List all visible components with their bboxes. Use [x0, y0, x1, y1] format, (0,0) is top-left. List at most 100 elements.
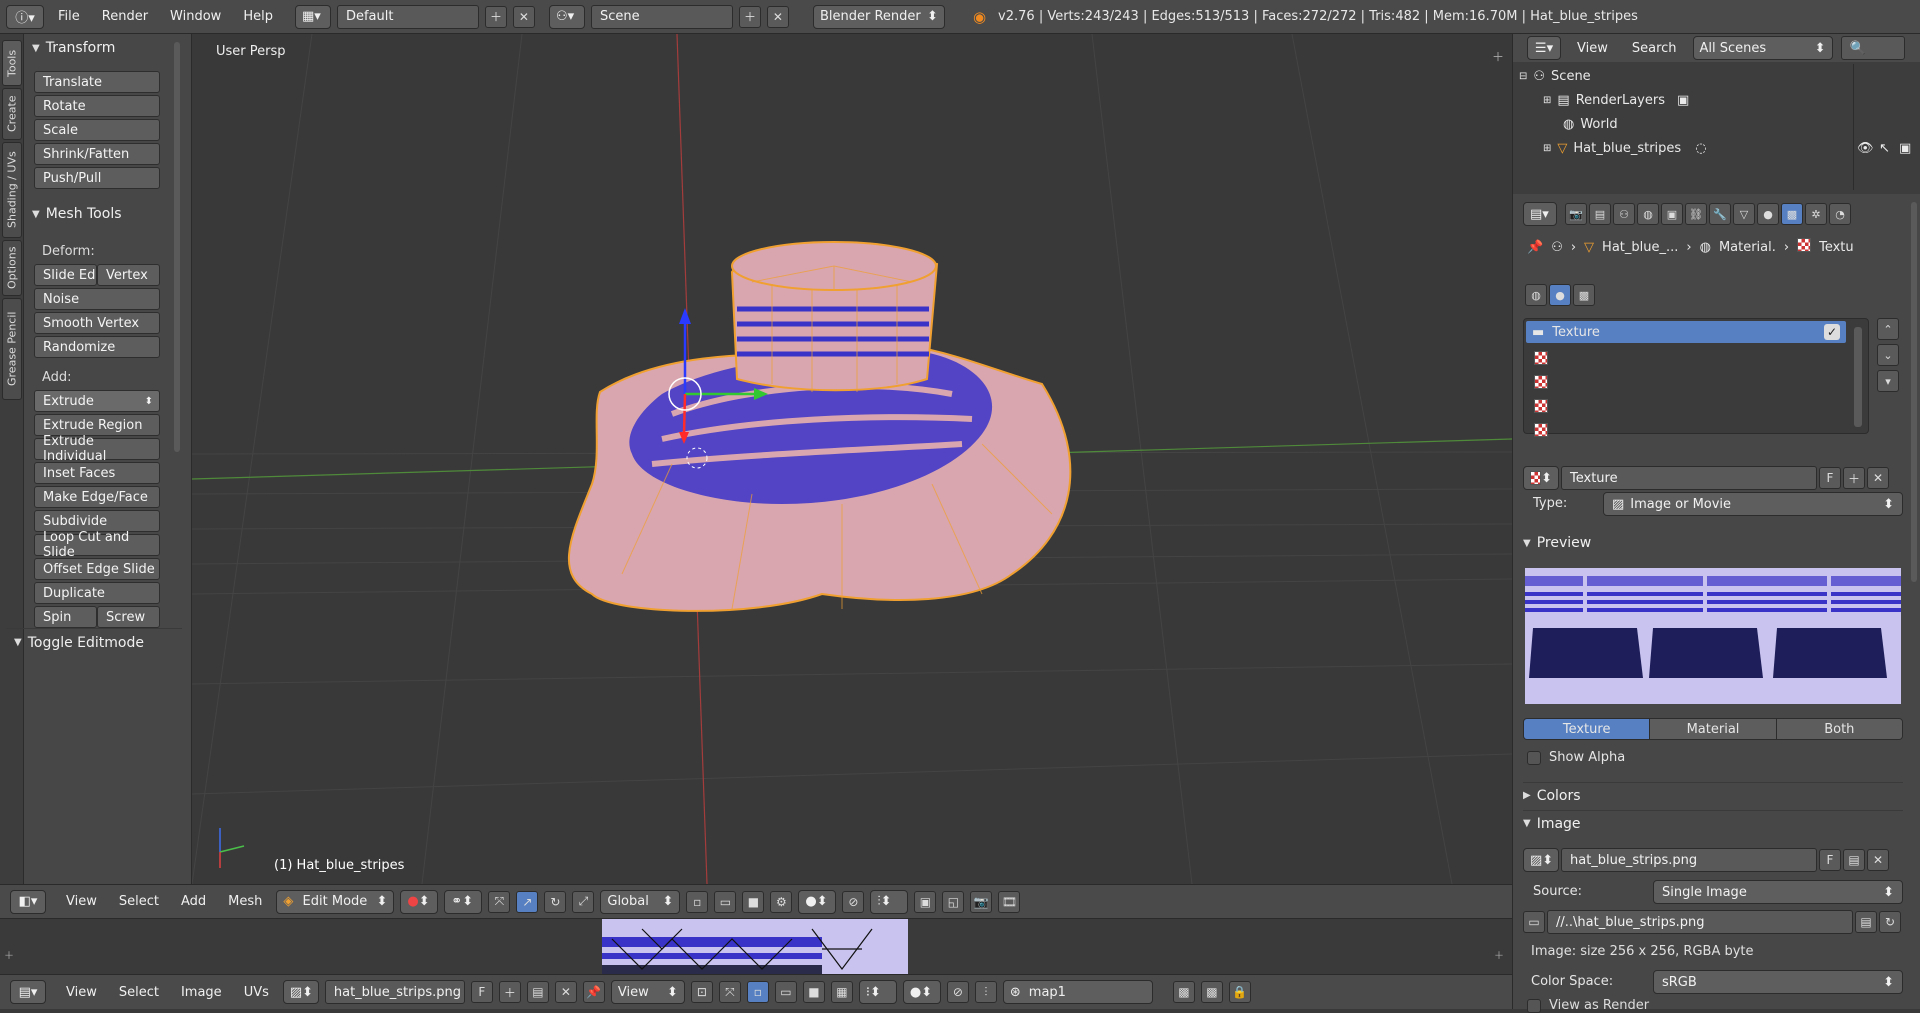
world-texture-icon[interactable]: ◍ [1525, 284, 1547, 306]
image-path-field[interactable]: //..\hat_blue_strips.png [1547, 910, 1853, 934]
limit-selection-icon[interactable]: ⚙ [770, 890, 793, 913]
rotate-button[interactable]: Rotate [34, 95, 160, 117]
properties-editor[interactable]: ▤ ▾ 📷 ▤ ⚇ ◍ ▣ ⛓ 🔧 ▽ ● ▩ ✲ ◔ 📌 ⚇ › ▽ Hat_bl… [1512, 194, 1920, 1013]
transform-panel-header[interactable]: ▼ Transform [24, 36, 184, 60]
extrude-select[interactable]: Extrude ⬍ [34, 390, 160, 412]
menu-window[interactable]: Window [162, 9, 229, 24]
uv-sticky-select[interactable]: ⁝ ⬍ [858, 980, 897, 1004]
viewport-shading-select[interactable]: ● ⬍ [400, 889, 439, 914]
menu-image[interactable]: Image [173, 985, 230, 1000]
scale-manipulator-icon[interactable]: ⤢ [572, 890, 595, 913]
view-as-render-option[interactable]: View as Render [1527, 998, 1649, 1013]
proportional-edit-select[interactable]: ● ⬍ [798, 889, 837, 914]
properties-scrollbar[interactable] [1911, 202, 1917, 582]
image-name-field[interactable]: hat_blue_strips.png [1561, 848, 1817, 872]
unlink-texture-icon[interactable]: ✕ [1867, 467, 1889, 489]
menu-select[interactable]: Select [111, 894, 167, 909]
tab-tools[interactable]: Tools [2, 40, 22, 86]
uv-snap-element-icon[interactable]: ⫶ [974, 981, 997, 1003]
visibility-eye-icon[interactable]: 👁 [1857, 141, 1874, 156]
face-select-icon[interactable]: ■ [742, 890, 765, 913]
remove-layout-icon[interactable]: ✕ [512, 5, 535, 28]
image-browse-button[interactable]: ▨ ⬍ [1523, 848, 1559, 872]
offset-edge-slide-button[interactable]: Offset Edge Slide [34, 558, 160, 580]
tab-options[interactable]: Options [2, 240, 22, 296]
uv-pivot-icon[interactable]: ⊡ [690, 981, 713, 1003]
outliner[interactable]: ☰ ▾ View Search All Scenes ⬍ 🔍 ⊟ ⚇ Scene ⊞… [1512, 34, 1920, 194]
mode-select[interactable]: ◈ Edit Mode ⬍ [276, 889, 395, 914]
texture-type-select[interactable]: ▨ Image or Movie ⬍ [1603, 492, 1903, 516]
show-alpha-checkbox[interactable] [1527, 750, 1541, 765]
menu-view[interactable]: View [1569, 41, 1616, 56]
uv-proportional-select[interactable]: ● ⬍ [902, 980, 941, 1004]
scene-field[interactable]: Scene [590, 4, 733, 29]
object-tab-icon[interactable]: ▣ [1661, 203, 1683, 225]
menu-help[interactable]: Help [235, 9, 281, 24]
empty-slot-icon[interactable] [1534, 399, 1548, 413]
editor-type-button[interactable]: ☰ ▾ [1527, 36, 1561, 60]
outliner-row-scene[interactable]: ⊟ ⚇ Scene [1513, 64, 1920, 88]
viewport-scene[interactable] [192, 34, 1512, 884]
layout-field[interactable]: Default [336, 4, 479, 29]
push-pull-button[interactable]: Push/Pull [34, 167, 160, 189]
display-mode-select[interactable]: All Scenes ⬍ [1692, 36, 1833, 60]
spin-button[interactable]: Spin [34, 606, 97, 628]
snap-toggle-icon[interactable]: ⊘ [842, 890, 865, 913]
tab-create[interactable]: Create [2, 88, 22, 140]
world-tab-icon[interactable]: ◍ [1637, 203, 1659, 225]
data-tab-icon[interactable]: ▽ [1733, 203, 1755, 225]
preview-material-tab[interactable]: Material [1649, 719, 1776, 739]
preview-texture-tab[interactable]: Texture [1524, 719, 1650, 739]
other-texture-icon[interactable]: ▩ [1573, 284, 1595, 306]
slide-vertex-button[interactable]: Vertex [97, 264, 160, 286]
empty-slot-icon[interactable] [1534, 375, 1548, 389]
menu-render[interactable]: Render [94, 9, 156, 24]
image-browse-button[interactable]: ▨ ⬍ [282, 980, 319, 1004]
menu-search[interactable]: Search [1624, 41, 1685, 56]
uv-snap-icon[interactable]: ⊘ [946, 981, 969, 1003]
texture-fake-user-button[interactable]: F [1819, 467, 1841, 489]
extrude-region-button[interactable]: Extrude Region [34, 414, 160, 436]
outliner-search-input[interactable]: 🔍 [1840, 36, 1905, 60]
particles-tab-icon[interactable]: ✲ [1805, 203, 1827, 225]
rotate-manipulator-icon[interactable]: ↻ [544, 890, 567, 913]
render-tab-icon[interactable]: 📷 [1565, 203, 1587, 225]
menu-mesh[interactable]: Mesh [220, 894, 270, 909]
uv-region-toggle-icon[interactable]: ＋ [4, 947, 14, 962]
image-fake-user-button[interactable]: F [1819, 849, 1841, 871]
menu-select[interactable]: Select [111, 985, 167, 1000]
screw-button[interactable]: Screw [97, 606, 160, 628]
collapse-icon[interactable]: ⊟ [1519, 71, 1527, 82]
new-image-icon[interactable]: ＋ [498, 981, 521, 1003]
layers-icon[interactable]: ▣ [914, 890, 937, 913]
pin-icon[interactable]: 📌 [1527, 240, 1543, 255]
slide-edge-button[interactable]: Slide Ed [34, 264, 97, 286]
toggle-editmode-panel-header[interactable]: ▼ Toggle Editmode [6, 628, 182, 652]
properties-region-toggle-icon[interactable]: ＋ [1492, 48, 1504, 65]
move-slot-down-icon[interactable]: ⌄ [1877, 344, 1899, 366]
translate-manipulator-icon[interactable]: ↗ [516, 890, 539, 913]
make-edge-face-button[interactable]: Make Edge/Face [34, 486, 160, 508]
empty-slot-icon[interactable] [1534, 351, 1548, 365]
image-panel-header[interactable]: ▼ Image [1523, 810, 1903, 836]
extrude-individual-button[interactable]: Extrude Individual [34, 434, 160, 464]
view-as-render-checkbox[interactable] [1527, 998, 1541, 1013]
manipulator-toggle-icon[interactable]: ⤧ [488, 890, 511, 913]
material-texture-icon[interactable]: ● [1549, 284, 1571, 306]
inset-faces-button[interactable]: Inset Faces [34, 462, 160, 484]
physics-tab-icon[interactable]: ◔ [1829, 203, 1851, 225]
texture-slot-selected[interactable]: ▬ Texture ✓ [1526, 321, 1846, 343]
constraints-tab-icon[interactable]: ⛓ [1685, 203, 1707, 225]
uv-island-select-icon[interactable]: ▦ [830, 981, 853, 1003]
uv-sync-icon[interactable]: ⤧ [718, 981, 741, 1003]
noise-button[interactable]: Noise [34, 288, 160, 310]
uv-edge-select-icon[interactable]: ▭ [774, 981, 797, 1003]
file-path-icon[interactable]: ▭ [1523, 911, 1545, 933]
unlink-image-icon[interactable]: ✕ [1867, 849, 1889, 871]
menu-file[interactable]: File [50, 9, 88, 24]
opengl-render-icon[interactable]: 📷 [970, 890, 993, 913]
texture-enabled-checkbox[interactable]: ✓ [1824, 324, 1840, 340]
open-image-icon[interactable]: ▤ [526, 981, 549, 1003]
menu-uvs[interactable]: UVs [236, 985, 277, 1000]
unlink-image-icon[interactable]: ✕ [554, 981, 577, 1003]
